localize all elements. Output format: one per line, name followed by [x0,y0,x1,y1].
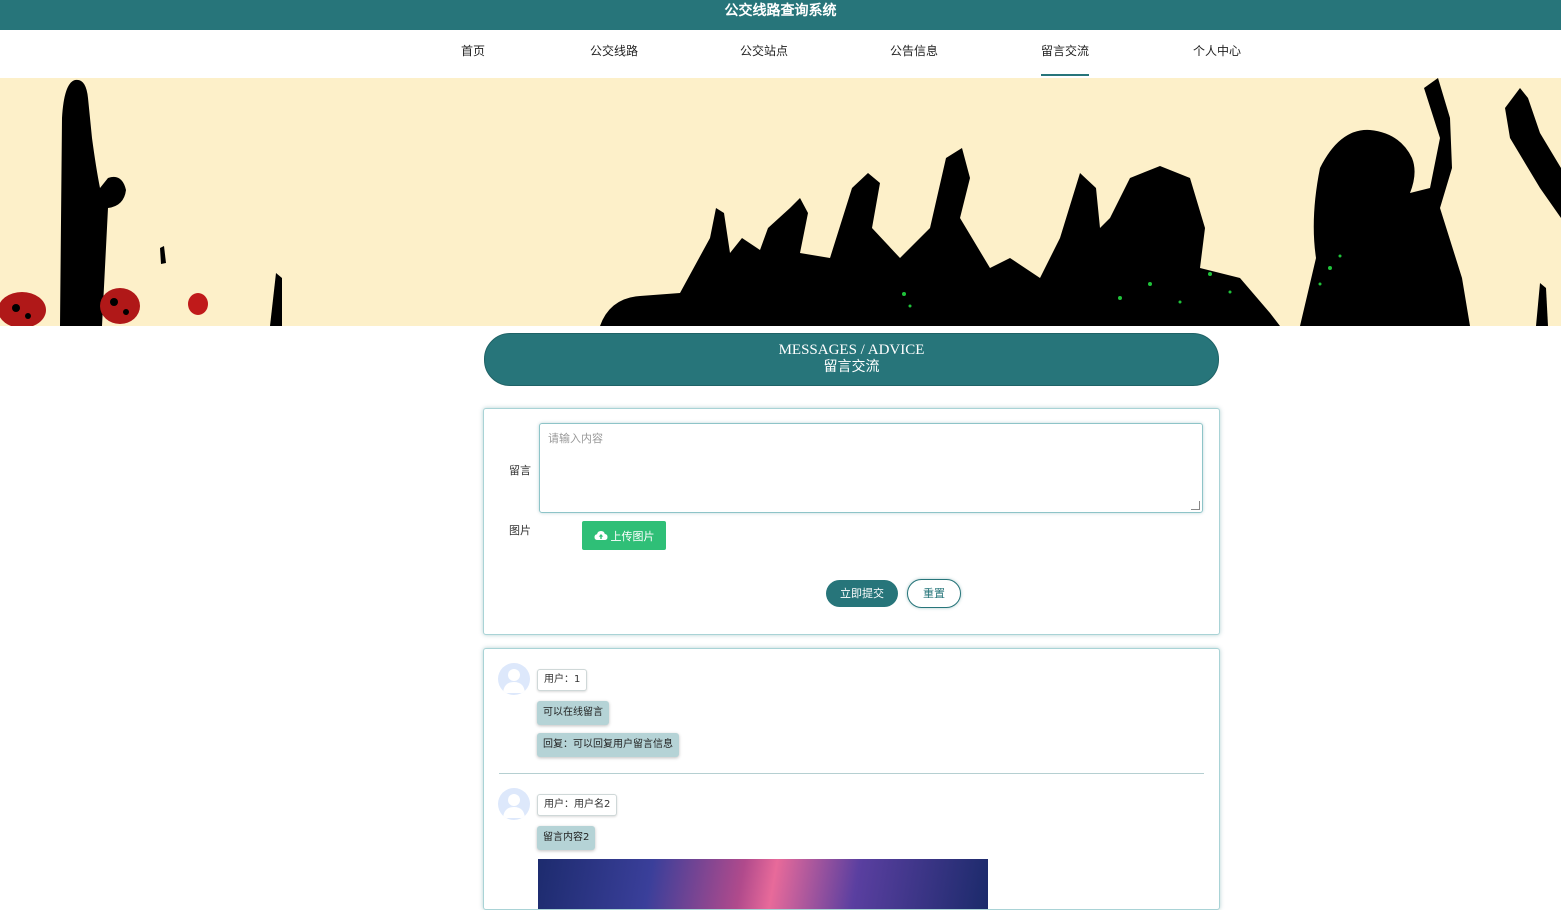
image-label: 图片 [509,524,531,537]
nav-item-messages[interactable]: 留言交流 [1041,30,1090,76]
upload-image-button[interactable]: 上传图片 [582,521,666,550]
app-title-bar: 公交线路查询系统 [0,0,1561,30]
message-placeholder: 请输入内容 [548,432,603,445]
reset-button[interactable]: 重置 [907,579,961,608]
message-list: 用户：1 可以在线留言 回复：可以回复用户留言信息 用户：用户名2 留言内容2 [483,648,1220,910]
nav-item-bus-lines[interactable]: 公交线路 [590,30,638,74]
upload-image-label: 上传图片 [610,529,655,543]
submit-button[interactable]: 立即提交 [826,580,898,607]
message-user: 用户：1 [537,669,588,691]
cloud-upload-icon [594,531,607,540]
nav-item-announcements[interactable]: 公告信息 [890,30,938,74]
user-avatar-icon [498,788,530,820]
nav-item-home[interactable]: 首页 [461,30,485,74]
banner-image [0,78,1561,326]
message-divider [499,773,1204,774]
section-title-zh: 留言交流 [823,360,880,375]
resize-grip-icon[interactable] [1191,501,1200,510]
section-title-en: MESSAGES / ADVICE [778,342,925,358]
main-nav: 首页 公交线路 公交站点 公告信息 留言交流 个人中心 [0,30,1561,78]
app-title: 公交线路查询系统 [724,3,837,19]
user-avatar-icon [498,663,530,695]
message-image[interactable] [538,859,988,909]
nav-item-personal-center[interactable]: 个人中心 [1193,30,1241,74]
message-content: 可以在线留言 [537,701,609,725]
message-content: 留言内容2 [537,826,596,850]
message-label: 留言 [509,464,531,477]
nav-item-bus-stops[interactable]: 公交站点 [740,30,788,74]
message-textarea[interactable]: 请输入内容 [539,423,1203,513]
message-form: 留言 请输入内容 图片 上传图片 立即提交 重置 [483,408,1220,635]
message-reply: 回复：可以回复用户留言信息 [537,733,679,757]
message-user: 用户：用户名2 [537,794,618,816]
section-title: MESSAGES / ADVICE 留言交流 [484,333,1219,386]
